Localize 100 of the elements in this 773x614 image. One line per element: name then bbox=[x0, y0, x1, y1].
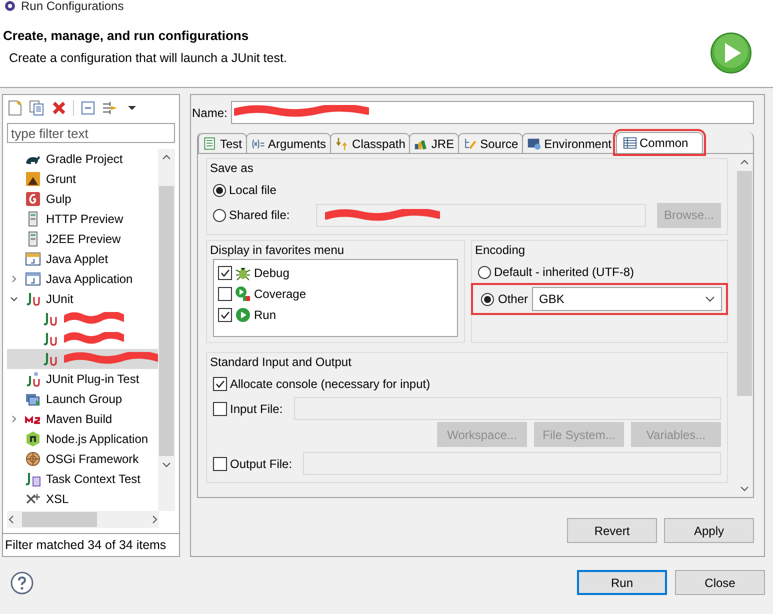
tree-item-label: XSL bbox=[46, 492, 69, 506]
checkbox[interactable] bbox=[218, 308, 232, 322]
bug-icon bbox=[235, 264, 251, 280]
group-title: Display in favorites menu bbox=[210, 243, 346, 257]
checkbox[interactable] bbox=[213, 377, 227, 391]
tree-item[interactable]: OSGi Framework bbox=[7, 449, 158, 469]
tree-item-label: Task Context Test bbox=[46, 472, 140, 486]
option-label: Coverage bbox=[254, 286, 306, 300]
junit-icon bbox=[25, 291, 41, 307]
radio-button[interactable] bbox=[478, 266, 491, 278]
option-label: Local file bbox=[229, 183, 276, 197]
tree-item[interactable]: Gulp bbox=[7, 189, 158, 209]
scroll-right-icon[interactable] bbox=[150, 515, 159, 524]
selected-tree-item[interactable] bbox=[7, 349, 158, 369]
option-label: Default - inherited (UTF-8) bbox=[494, 265, 634, 279]
junit-icon bbox=[42, 351, 58, 367]
encoding-dropdown[interactable]: GBK bbox=[532, 287, 722, 311]
tab[interactable]: Common bbox=[616, 132, 704, 153]
button[interactable]: Run bbox=[577, 570, 667, 595]
file-path-field[interactable] bbox=[303, 452, 721, 475]
boar-icon bbox=[25, 171, 41, 187]
run-icon bbox=[235, 306, 251, 322]
tree-item-label: HTTP Preview bbox=[46, 212, 124, 226]
collapsed-chevron-icon[interactable] bbox=[10, 415, 18, 423]
scrollbar[interactable] bbox=[7, 511, 159, 528]
tree-item[interactable]: Task Context Test bbox=[7, 469, 158, 489]
help-icon[interactable] bbox=[10, 570, 34, 594]
file-path-field[interactable] bbox=[294, 397, 721, 420]
scroll-up-icon[interactable] bbox=[740, 158, 749, 167]
collapsed-chevron-icon[interactable] bbox=[10, 275, 18, 283]
tree-item[interactable]: HTTP Preview bbox=[7, 209, 158, 229]
checkbox[interactable] bbox=[218, 266, 232, 280]
status-text: Filter matched 34 of 34 items bbox=[3, 533, 179, 556]
collapse-icon[interactable] bbox=[80, 100, 96, 116]
tree-item[interactable]: Launch Group bbox=[7, 389, 158, 409]
tree-item[interactable]: Node.js Application bbox=[7, 429, 158, 449]
dialog-description: Create a configuration that will launch a JUnit test. bbox=[9, 51, 288, 65]
name-label: Name: bbox=[192, 106, 228, 120]
filter-icon[interactable] bbox=[102, 100, 118, 116]
tree-item[interactable]: Java Applet bbox=[7, 249, 158, 269]
applet-window-icon bbox=[25, 251, 41, 267]
radio-button[interactable] bbox=[481, 292, 494, 306]
button[interactable]: Close bbox=[675, 570, 765, 595]
scroll-left-icon[interactable] bbox=[7, 515, 16, 524]
expanded-chevron-icon[interactable] bbox=[10, 295, 18, 303]
duplicate-icon[interactable] bbox=[29, 100, 45, 116]
tree-item-label: J2EE Preview bbox=[46, 232, 121, 246]
tree-item-label: Node.js Application bbox=[46, 432, 148, 446]
button[interactable]: Revert bbox=[567, 518, 657, 543]
checkbox[interactable] bbox=[218, 286, 232, 300]
tree-item[interactable]: XSL bbox=[7, 489, 158, 509]
option-label: Debug bbox=[254, 266, 290, 280]
tree-item-label: Java Application bbox=[46, 272, 133, 286]
radio-button[interactable] bbox=[213, 184, 226, 196]
tree-pencil-icon bbox=[463, 136, 478, 150]
coverage-icon bbox=[235, 286, 251, 302]
group-title: Encoding bbox=[475, 243, 526, 257]
cup-icon bbox=[25, 191, 41, 207]
tree-item[interactable]: Gradle Project bbox=[7, 149, 158, 169]
tree-item[interactable]: Maven Build bbox=[7, 409, 158, 429]
tab[interactable]: Classpath bbox=[330, 133, 410, 153]
scroll-up-icon[interactable] bbox=[162, 153, 171, 162]
tree-item[interactable]: J2EE Preview bbox=[7, 229, 158, 249]
checkbox[interactable] bbox=[213, 402, 227, 416]
launch-group-icon bbox=[25, 391, 41, 407]
option-label: Output File: bbox=[230, 456, 292, 470]
option-label: Allocate console (necessary for input) bbox=[230, 377, 430, 391]
variable-icon bbox=[251, 136, 266, 150]
scrollbar[interactable] bbox=[158, 149, 175, 511]
junit-icon bbox=[42, 311, 58, 327]
group-title: Save as bbox=[210, 161, 254, 175]
dropdown-caret-icon[interactable] bbox=[705, 296, 715, 302]
scroll-down-icon[interactable] bbox=[162, 460, 171, 469]
tree-item-label: JUnit Plug-in Test bbox=[46, 372, 140, 386]
target-icon bbox=[25, 451, 41, 467]
tree-item-label: Launch Group bbox=[46, 392, 122, 406]
scroll-down-icon[interactable] bbox=[740, 484, 749, 493]
option-label: Input File: bbox=[230, 402, 283, 416]
dialog-heading: Create, manage, and run configurations bbox=[3, 28, 250, 43]
new-config-icon[interactable] bbox=[7, 100, 23, 116]
option-label: Shared file: bbox=[229, 208, 290, 222]
tree-item[interactable]: JUnit bbox=[7, 289, 158, 309]
app-window-icon bbox=[25, 271, 41, 287]
tree-item[interactable]: Grunt bbox=[7, 169, 158, 189]
checkbox[interactable] bbox=[213, 456, 227, 470]
tree-item[interactable]: Java Application bbox=[7, 269, 158, 289]
radio-button[interactable] bbox=[213, 208, 226, 222]
delete-icon[interactable] bbox=[51, 100, 67, 116]
group-title: Standard Input and Output bbox=[210, 355, 352, 369]
button[interactable]: Apply bbox=[664, 518, 754, 543]
run-banner-icon bbox=[710, 32, 752, 74]
tab[interactable]: Arguments bbox=[246, 133, 332, 153]
filter-field[interactable]: type filter text bbox=[7, 123, 175, 143]
tab[interactable]: Environment bbox=[522, 133, 616, 153]
shared-file-field[interactable] bbox=[316, 204, 646, 226]
tree-item-label: Grunt bbox=[46, 172, 76, 186]
tree-item[interactable]: JUnit Plug-in Test bbox=[7, 369, 158, 389]
name-field[interactable] bbox=[231, 101, 754, 124]
tab[interactable]: Test bbox=[198, 133, 248, 153]
tree-item-label: JUnit bbox=[46, 292, 74, 306]
